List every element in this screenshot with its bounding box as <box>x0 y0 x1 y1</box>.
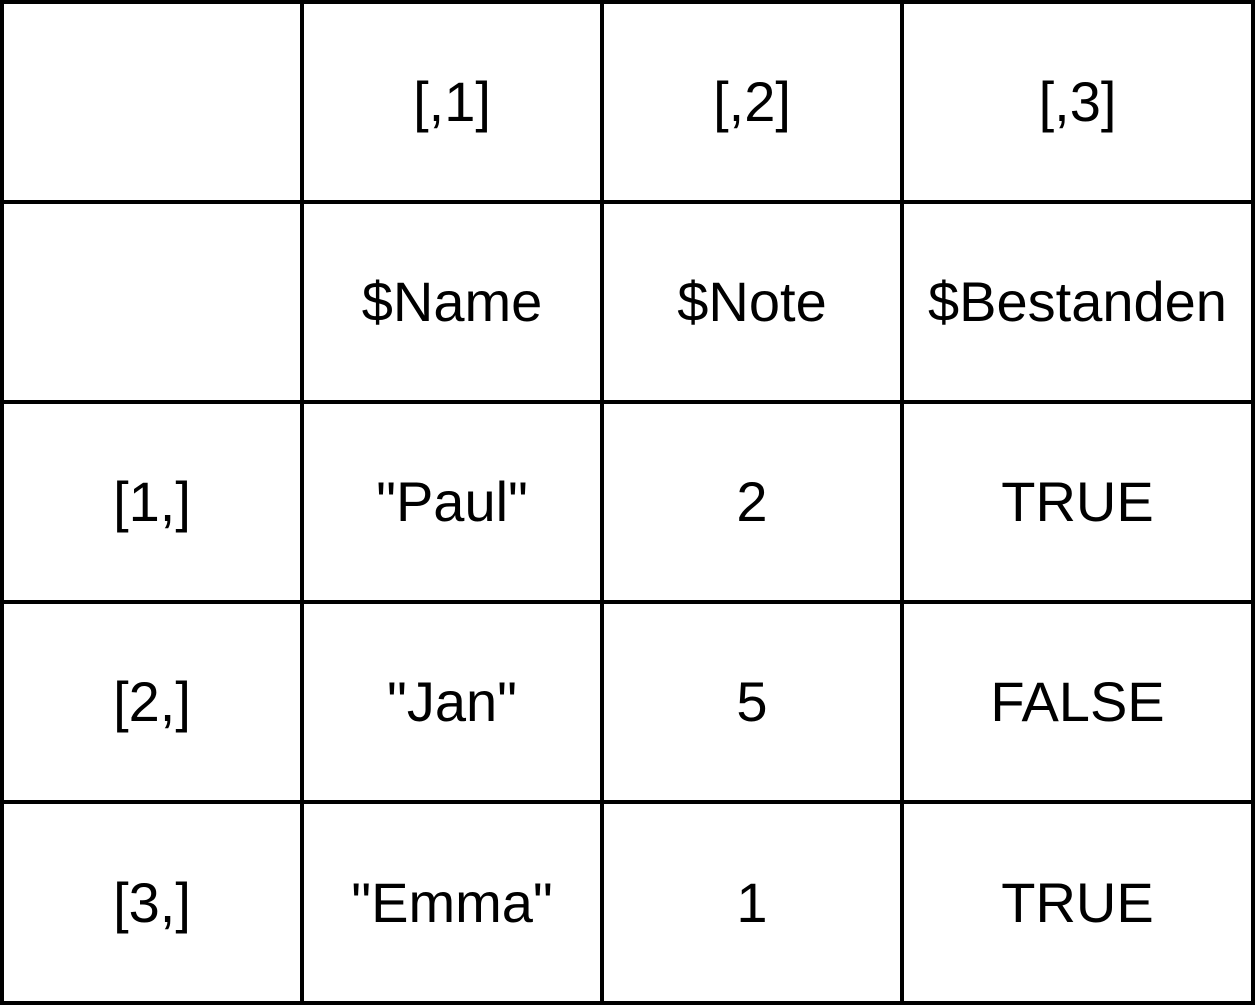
table-cell: 2 <box>736 470 768 533</box>
column-name-bestanden: $Bestanden <box>928 270 1227 333</box>
table-cell: FALSE <box>990 670 1165 733</box>
table-cell: TRUE <box>1001 870 1154 934</box>
column-index-1: [,1] <box>413 70 491 133</box>
row-index-1: [1,] <box>113 470 191 533</box>
dataframe-diagram: [,1] [,2] [,3] $Name $Note $Bestanden [1… <box>0 0 1255 1005</box>
table-cell: TRUE <box>1001 470 1154 533</box>
table-cell: "Jan" <box>386 670 518 733</box>
column-index-2: [,2] <box>713 70 791 133</box>
column-name-note: $Note <box>677 270 827 333</box>
column-index-3: [,3] <box>1038 70 1117 133</box>
column-name-name: $Name <box>361 270 543 333</box>
corner-cell-names <box>4 204 300 400</box>
grid-line <box>0 1001 1255 1005</box>
table-cell: "Emma" <box>351 870 553 934</box>
table-cell: 5 <box>736 670 768 733</box>
corner-cell-top <box>4 4 300 200</box>
table-cell: "Paul" <box>376 470 528 533</box>
table-cell: 1 <box>736 870 768 934</box>
row-index-2: [2,] <box>113 670 191 733</box>
grid-line <box>1251 0 1255 1005</box>
row-index-3: [3,] <box>113 870 191 934</box>
